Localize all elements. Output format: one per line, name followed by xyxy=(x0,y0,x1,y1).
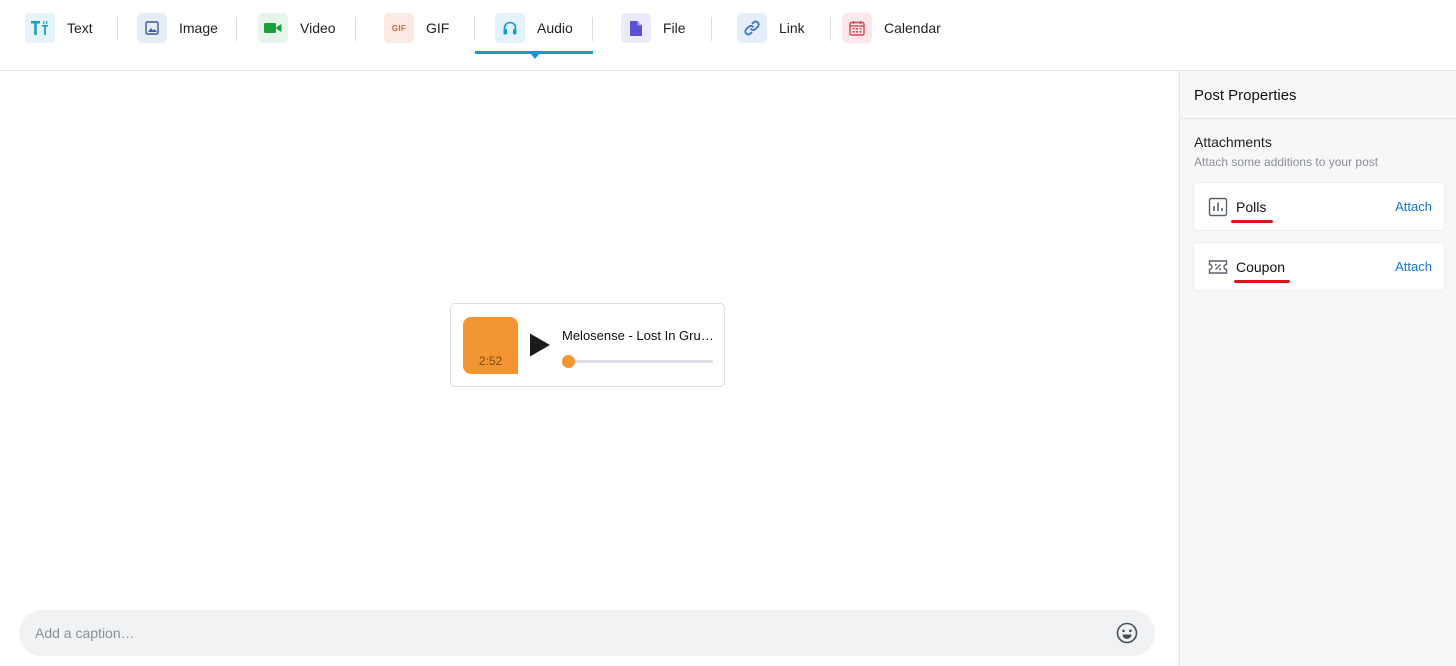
attachments-subtitle: Attach some additions to your post xyxy=(1194,155,1379,169)
attach-polls-button[interactable]: Attach xyxy=(1395,199,1432,214)
audio-progress-bar[interactable] xyxy=(562,355,713,368)
tab-gif-label: GIF xyxy=(426,20,450,36)
attachment-label-polls: Polls xyxy=(1236,199,1267,215)
tab-audio-label: Audio xyxy=(537,20,573,36)
audio-player-card: 2:52 Melosense - Lost In Gru… xyxy=(450,303,725,387)
toolbar-divider xyxy=(474,17,475,41)
tab-audio[interactable]: Audio xyxy=(495,0,573,56)
tab-calendar-label: Calendar xyxy=(884,20,941,36)
caption-input[interactable] xyxy=(35,610,1105,656)
tab-text[interactable]: Text xyxy=(25,0,93,56)
post-editor-canvas: 2:52 Melosense - Lost In Gru… xyxy=(0,71,1179,666)
toolbar-divider xyxy=(355,17,356,41)
tab-link[interactable]: Link xyxy=(737,0,805,56)
audio-duration: 2:52 xyxy=(478,354,503,368)
attachment-item-coupon: Coupon Attach xyxy=(1193,242,1445,291)
image-icon xyxy=(137,13,167,43)
panel-header: Post Properties xyxy=(1180,71,1456,119)
tab-gif[interactable]: GIF GIF xyxy=(384,0,449,56)
audio-progress-handle[interactable] xyxy=(562,355,575,368)
poll-chart-icon xyxy=(1208,197,1228,217)
tab-link-label: Link xyxy=(779,20,805,36)
toolbar-divider xyxy=(711,17,712,41)
play-icon xyxy=(530,333,550,357)
attachment-item-polls: Polls Attach xyxy=(1193,182,1445,231)
play-button[interactable] xyxy=(529,332,551,358)
audio-track-title: Melosense - Lost In Gru… xyxy=(562,328,714,343)
post-type-toolbar: Text Image Video GIF GIF Audio File Link… xyxy=(0,0,1456,71)
toolbar-divider xyxy=(592,17,593,41)
audio-cover-art: 2:52 xyxy=(463,317,518,374)
headphones-icon xyxy=(495,13,525,43)
tab-image-label: Image xyxy=(179,20,218,36)
tab-calendar[interactable]: Calendar xyxy=(842,0,941,56)
caption-bar xyxy=(19,610,1155,656)
calendar-icon xyxy=(842,13,872,43)
video-camera-icon xyxy=(258,13,288,43)
tab-image[interactable]: Image xyxy=(137,0,218,56)
attachment-label-coupon: Coupon xyxy=(1236,259,1286,275)
gif-icon: GIF xyxy=(384,13,414,43)
link-icon xyxy=(737,13,767,43)
emoji-smiley-icon xyxy=(1116,622,1138,644)
tab-file[interactable]: File xyxy=(621,0,686,56)
emoji-picker-button[interactable] xyxy=(1116,622,1138,644)
tab-text-label: Text xyxy=(67,20,93,36)
tab-video[interactable]: Video xyxy=(258,0,336,56)
active-tab-notch xyxy=(530,53,540,59)
tab-video-label: Video xyxy=(300,20,336,36)
coupon-ticket-icon xyxy=(1208,260,1228,274)
attachments-heading: Attachments xyxy=(1194,134,1272,150)
attach-coupon-button[interactable]: Attach xyxy=(1395,259,1432,274)
post-properties-panel: Post Properties Attachments Attach some … xyxy=(1179,71,1456,666)
toolbar-divider xyxy=(830,17,831,41)
panel-title: Post Properties xyxy=(1194,87,1297,104)
tab-file-label: File xyxy=(663,20,686,36)
file-icon xyxy=(621,13,651,43)
toolbar-divider xyxy=(236,17,237,41)
annotation-underline xyxy=(1234,280,1290,283)
annotation-underline xyxy=(1231,220,1273,223)
toolbar-divider xyxy=(117,17,118,41)
text-format-icon xyxy=(25,13,55,43)
